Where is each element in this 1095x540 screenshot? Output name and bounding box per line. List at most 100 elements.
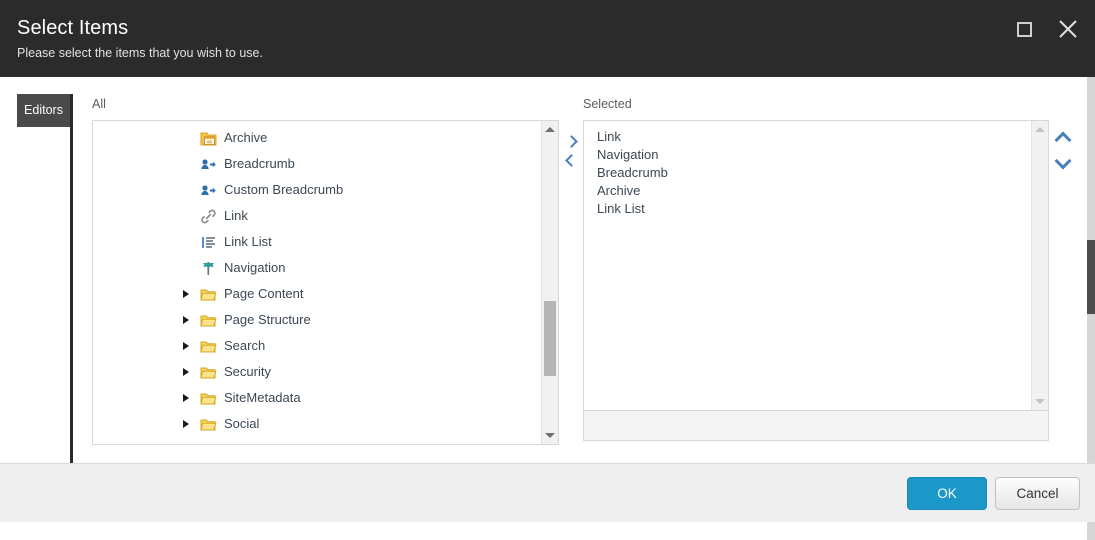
all-item-label: Search — [224, 338, 266, 353]
selected-panel-footer-strip — [583, 411, 1049, 441]
all-item-social[interactable]: Social — [93, 411, 541, 437]
signpost-icon — [199, 259, 217, 277]
chevron-down-icon — [1054, 152, 1072, 169]
expand-triangle-icon[interactable] — [179, 342, 193, 350]
window-controls — [1009, 14, 1083, 44]
folder-icon — [199, 363, 217, 381]
all-item-archive[interactable]: Archive — [93, 125, 541, 151]
all-scroll-thumb[interactable] — [544, 301, 556, 376]
folder-icon — [199, 441, 217, 444]
all-item-page-structure[interactable]: Page Structure — [93, 307, 541, 333]
dialog-title: Select Items — [17, 17, 129, 39]
selected-list-scrollbar[interactable] — [1031, 121, 1048, 410]
all-item-label: Page Content — [224, 286, 304, 301]
selected-scroll-down-button[interactable] — [1032, 393, 1048, 410]
selected-item-label: Archive — [597, 183, 641, 198]
chevron-right-icon — [564, 135, 578, 148]
all-item-breadcrumb[interactable]: Breadcrumb — [93, 151, 541, 177]
remove-from-selected-button[interactable] — [562, 151, 580, 170]
chevron-left-icon — [564, 154, 578, 167]
move-up-button[interactable] — [1052, 125, 1074, 150]
all-item-search[interactable]: Search — [93, 333, 541, 359]
folder-icon — [199, 311, 217, 329]
dialog-subtitle: Please select the items that you wish to… — [17, 46, 263, 60]
dialog-body: Editors All Archive Breadcrumb Custom Brea… — [0, 77, 1095, 540]
scroll-up-arrow-icon — [545, 127, 555, 132]
close-button[interactable] — [1053, 14, 1083, 44]
close-x-icon — [1059, 20, 1077, 38]
all-item-link[interactable]: Link — [93, 203, 541, 229]
selected-item-label: Breadcrumb — [597, 165, 668, 180]
selected-scroll-up-button[interactable] — [1032, 121, 1048, 138]
page-scrollbar-thumb[interactable] — [1087, 240, 1095, 314]
link-list-icon — [199, 233, 217, 251]
all-item-link-list[interactable]: Link List — [93, 229, 541, 255]
selected-item-label: Link List — [597, 201, 645, 216]
reorder-buttons — [1052, 125, 1074, 175]
selected-item-label: Link — [597, 129, 621, 144]
folder-icon — [199, 337, 217, 355]
expand-triangle-icon[interactable] — [179, 290, 193, 298]
all-item-label: Custom Breadcrumb — [224, 182, 344, 197]
expand-triangle-icon[interactable] — [179, 368, 193, 376]
all-item-label: Page Structure — [224, 312, 311, 327]
all-item-label: Breadcrumb — [224, 156, 295, 171]
move-down-button[interactable] — [1052, 150, 1074, 175]
selected-item-link-list[interactable]: Link List — [584, 200, 1031, 218]
selected-item-navigation[interactable]: Navigation — [584, 146, 1031, 164]
all-item-label: StickyNotes — [224, 437, 293, 444]
all-scroll-up-button[interactable] — [542, 121, 558, 138]
all-item-label: Link List — [224, 234, 272, 249]
all-item-label: Social — [224, 416, 260, 431]
cancel-button[interactable]: Cancel — [995, 477, 1080, 510]
dialog-footer: OK Cancel — [0, 463, 1095, 522]
expand-triangle-icon[interactable] — [179, 316, 193, 324]
all-item-label: Link — [224, 208, 248, 223]
selected-items-list: Link Navigation Breadcrumb Archive Link List — [584, 121, 1031, 218]
all-item-sitemetadata[interactable]: SiteMetadata — [93, 385, 541, 411]
dialog-title-bar: Select Items Please select the items tha… — [0, 0, 1095, 77]
all-panel: All Archive Breadcrumb Custom Breadcrumb Li… — [92, 97, 559, 445]
tab-strip: Editors — [17, 94, 70, 127]
breadcrumb-icon — [199, 181, 217, 199]
all-items-list: Archive Breadcrumb Custom Breadcrumb Link Li… — [93, 121, 541, 444]
maximize-square-icon — [1016, 21, 1032, 37]
selected-panel: Selected Link Navigation Breadcrumb Archive… — [583, 97, 1049, 441]
ok-button[interactable]: OK — [907, 477, 987, 510]
selected-item-label: Navigation — [597, 147, 659, 162]
scroll-down-arrow-icon — [545, 433, 555, 438]
scroll-down-arrow-icon — [1035, 399, 1045, 404]
chevron-up-icon — [1054, 131, 1072, 148]
all-item-security[interactable]: Security — [93, 359, 541, 385]
tab-rail — [70, 94, 73, 470]
folder-icon — [199, 389, 217, 407]
all-item-label: Archive — [224, 130, 268, 145]
all-item-label: Navigation — [224, 260, 286, 275]
all-item-label: Security — [224, 364, 271, 379]
folder-icon — [199, 415, 217, 433]
all-item-page-content[interactable]: Page Content — [93, 281, 541, 307]
all-item-label: SiteMetadata — [224, 390, 301, 405]
all-item-custom-breadcrumb[interactable]: Custom Breadcrumb — [93, 177, 541, 203]
expand-triangle-icon[interactable] — [179, 394, 193, 402]
selected-item-link[interactable]: Link — [584, 128, 1031, 146]
selected-item-breadcrumb[interactable]: Breadcrumb — [584, 164, 1031, 182]
maximize-button[interactable] — [1009, 14, 1039, 44]
tab-editors[interactable]: Editors — [17, 94, 70, 127]
all-item-stickynotes[interactable]: StickyNotes — [93, 437, 541, 444]
all-items-listbox[interactable]: Archive Breadcrumb Custom Breadcrumb Link Li… — [92, 120, 559, 445]
folder-icon — [199, 285, 217, 303]
transfer-buttons — [562, 132, 580, 170]
expand-triangle-icon[interactable] — [179, 420, 193, 428]
all-scroll-down-button[interactable] — [542, 427, 558, 444]
all-panel-label: All — [92, 97, 106, 111]
selected-item-archive[interactable]: Archive — [584, 182, 1031, 200]
all-list-scrollbar[interactable] — [541, 121, 558, 444]
all-item-navigation[interactable]: Navigation — [93, 255, 541, 281]
scroll-up-arrow-icon — [1035, 127, 1045, 132]
breadcrumb-icon — [199, 155, 217, 173]
add-to-selected-button[interactable] — [562, 132, 580, 151]
selected-items-listbox[interactable]: Link Navigation Breadcrumb Archive Link List — [583, 120, 1049, 411]
link-icon — [199, 207, 217, 225]
archive-icon — [199, 129, 217, 147]
